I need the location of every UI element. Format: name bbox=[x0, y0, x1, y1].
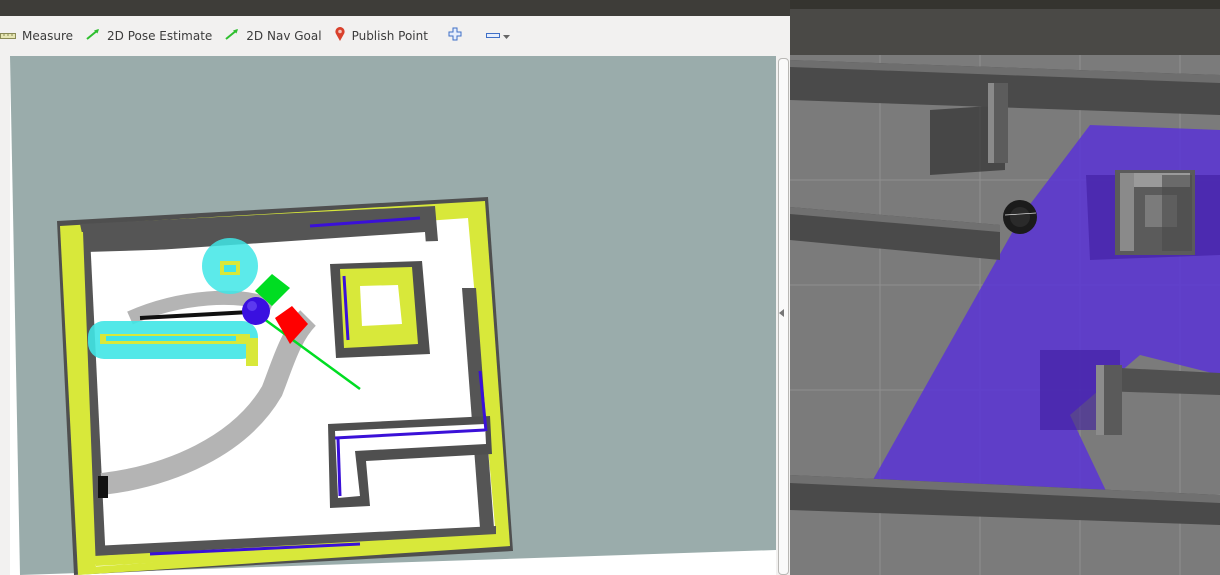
measure-tool-button[interactable]: Measure bbox=[0, 22, 79, 50]
robot-sphere bbox=[242, 297, 270, 325]
plus-icon bbox=[448, 27, 462, 44]
gazebo-3d-scene[interactable] bbox=[790, 55, 1220, 575]
gazebo-toolbar bbox=[790, 9, 1220, 55]
publish-point-label: Publish Point bbox=[351, 28, 428, 43]
rviz-view-scrollbar[interactable] bbox=[776, 56, 790, 575]
nav-goal-tool-button[interactable]: 2D Nav Goal bbox=[218, 22, 327, 50]
green-arrow-icon bbox=[85, 27, 101, 44]
green-arrow-icon bbox=[224, 27, 240, 44]
rviz-3d-view[interactable] bbox=[10, 56, 776, 575]
chevron-down-icon[interactable] bbox=[502, 29, 511, 43]
map-pin-icon bbox=[334, 26, 346, 45]
remove-tool-button[interactable] bbox=[468, 22, 517, 50]
measure-label: Measure bbox=[22, 28, 73, 43]
collapse-panel-arrow[interactable] bbox=[779, 309, 784, 317]
minus-icon bbox=[485, 29, 500, 43]
add-tool-button[interactable] bbox=[434, 22, 468, 50]
rviz-toolbar: Measure 2D Pose Estimate 2D Nav Goal Pub… bbox=[0, 16, 790, 55]
rviz-title-bar bbox=[0, 0, 790, 16]
pose-estimate-tool-button[interactable]: 2D Pose Estimate bbox=[79, 22, 218, 50]
gazebo-window bbox=[790, 0, 1220, 575]
pose-estimate-label: 2D Pose Estimate bbox=[107, 28, 213, 43]
publish-point-tool-button[interactable]: Publish Point bbox=[328, 22, 434, 50]
ruler-icon bbox=[0, 29, 16, 43]
rviz-window: Measure 2D Pose Estimate 2D Nav Goal Pub… bbox=[0, 0, 790, 575]
gazebo-title-bar bbox=[790, 0, 1220, 9]
nav-goal-label: 2D Nav Goal bbox=[246, 28, 322, 43]
